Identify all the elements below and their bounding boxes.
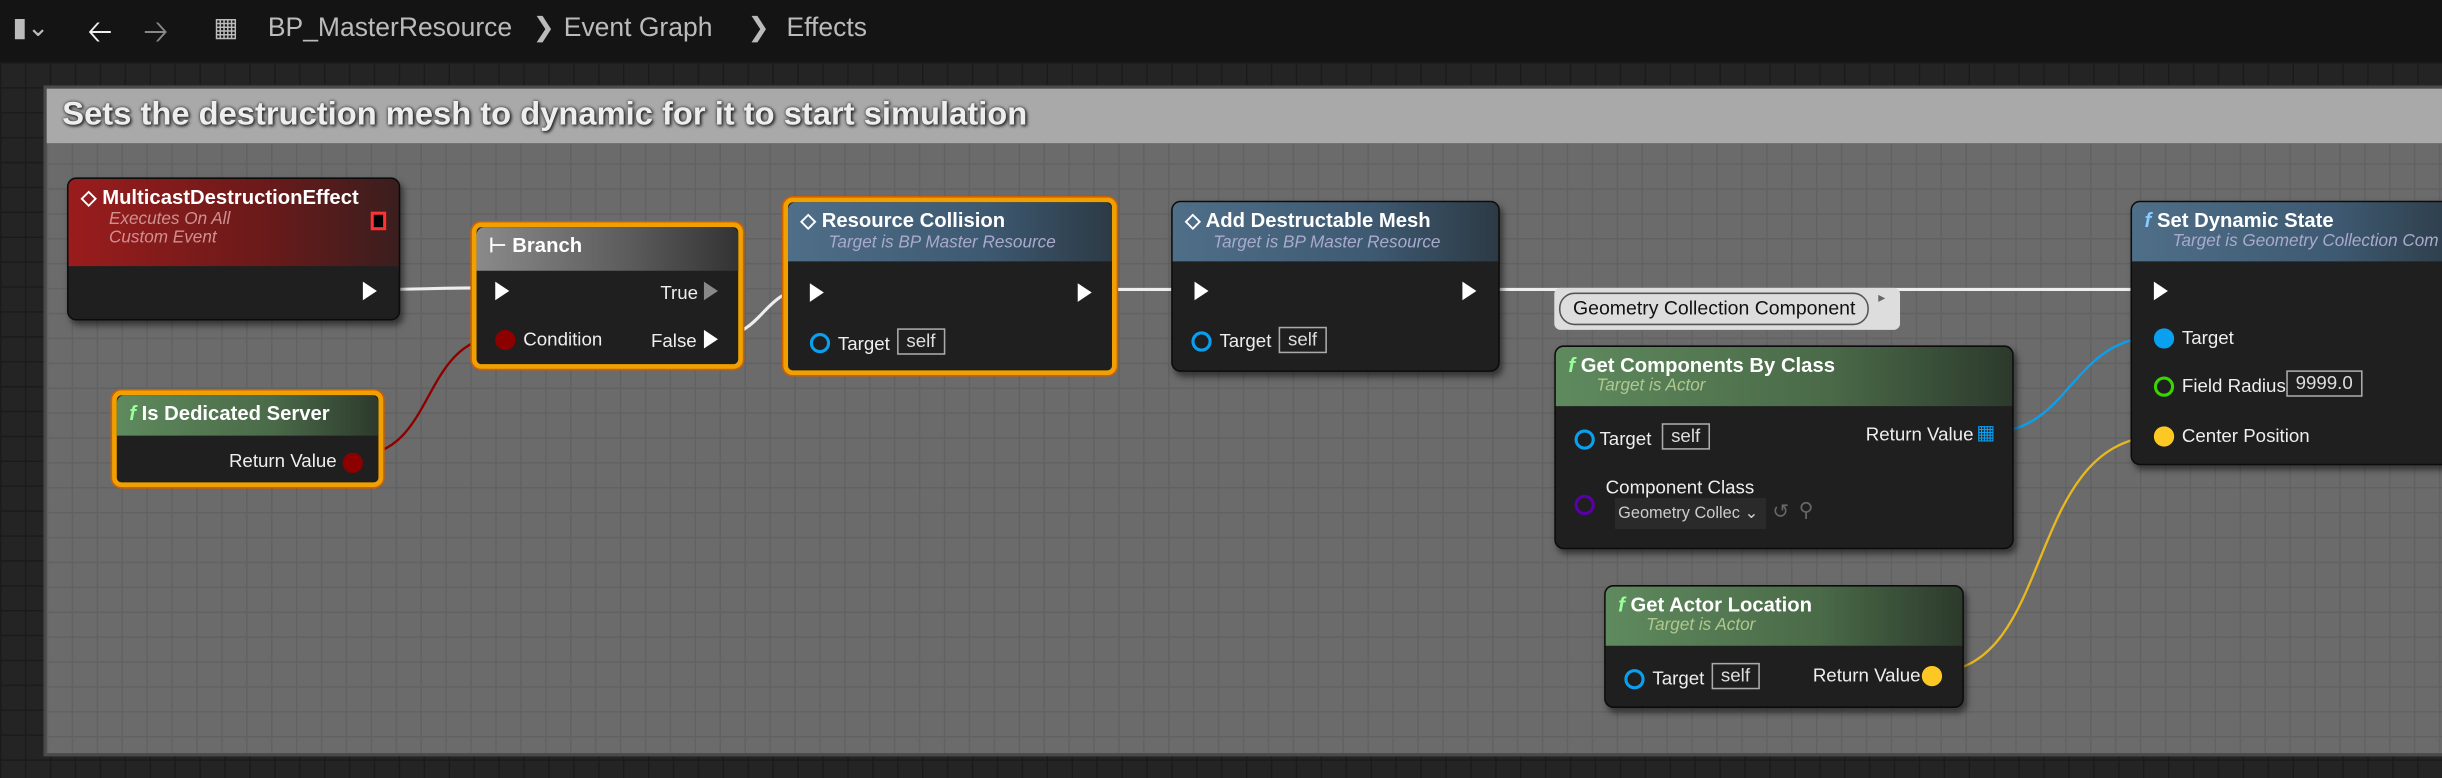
search-icon[interactable]: ⚲: [1799, 498, 1814, 523]
field-radius-input[interactable]: 9999.0: [2286, 370, 2363, 397]
wires: [358, 286, 2158, 674]
pin-label-return: Return Value: [228, 449, 337, 472]
function-icon: f: [2144, 208, 2152, 232]
node-title: Resource Collision: [821, 208, 1006, 232]
function-icon: f: [1618, 592, 1625, 617]
pin-label-false: False: [650, 329, 697, 352]
pin-label-target: Target: [2181, 326, 2234, 349]
target-pin[interactable]: [1574, 429, 1595, 450]
node-is-dedicated-server[interactable]: f Is Dedicated Server Return Value: [112, 390, 384, 488]
dropdown-value: Geometry Collec: [1618, 504, 1740, 523]
exec-true-pin[interactable]: [703, 281, 718, 301]
node-resource-collision[interactable]: ◇ Resource Collision Target is BP Master…: [783, 197, 1117, 375]
target-pin[interactable]: [1191, 331, 1212, 352]
center-position-pin[interactable]: [2153, 426, 2175, 447]
comment-bubble-text[interactable]: Geometry Collection Component: [1558, 292, 1870, 326]
pin-icon[interactable]: ▸: [1878, 289, 1885, 306]
pin-label-condition: Condition: [523, 328, 603, 351]
pin-label-field-radius: Field Radius: [2181, 374, 2286, 397]
pin-label-target: Target: [1219, 329, 1272, 352]
pin-label-target: Target: [1599, 427, 1652, 450]
node-title: Branch: [512, 233, 583, 257]
condition-pin[interactable]: [495, 329, 516, 351]
pin-label-target: Target: [837, 332, 890, 355]
event-icon: ◇: [80, 185, 97, 209]
function-icon: f: [129, 401, 137, 425]
branch-icon: ⊢: [489, 233, 507, 257]
exec-false-pin[interactable]: [703, 329, 718, 349]
node-get-actor-location[interactable]: f Get Actor Location Target is Actor Tar…: [1604, 585, 1964, 708]
node-get-components-by-class[interactable]: f Get Components By Class Target is Acto…: [1554, 345, 2014, 550]
node-title: MulticastDestructionEffect: [102, 185, 359, 209]
pin-label-return: Return Value: [1812, 664, 1921, 687]
node-subtitle: Custom Event: [109, 228, 217, 248]
event-icon: ◇: [800, 208, 817, 232]
use-selected-icon[interactable]: ↺: [1772, 499, 1789, 524]
pin-label-return: Return Value: [1865, 423, 1974, 446]
target-self-field[interactable]: self: [1661, 423, 1710, 450]
node-title: Get Actor Location: [1630, 592, 1813, 617]
target-self-field[interactable]: self: [897, 328, 945, 355]
node-set-dynamic-state[interactable]: f Set Dynamic State Target is Geometry C…: [2130, 200, 2442, 466]
exec-in-pin[interactable]: [1194, 281, 1209, 301]
node-subtitle: Target is BP Master Resource: [1213, 233, 1441, 253]
array-pin-icon[interactable]: ▦: [1976, 420, 1995, 445]
target-self-field[interactable]: self: [1711, 662, 1760, 690]
chevron-down-icon: ⌄: [1744, 504, 1759, 523]
comment-bubble[interactable]: Geometry Collection Component ▸: [1554, 287, 1901, 330]
component-class-dropdown[interactable]: Geometry Collec ⌄: [1615, 497, 1767, 530]
replication-icon: [370, 211, 387, 231]
return-value-pin[interactable]: [1921, 665, 1943, 687]
target-pin[interactable]: [2153, 328, 2175, 349]
exec-in-pin[interactable]: [495, 281, 510, 301]
pin-label-component-class: Component Class: [1605, 476, 1755, 498]
field-radius-pin[interactable]: [2153, 376, 2175, 397]
pin-label-true: True: [660, 281, 699, 304]
node-title: Get Components By Class: [1580, 353, 1835, 377]
exec-in-pin[interactable]: [809, 283, 824, 302]
target-pin[interactable]: [809, 332, 831, 354]
exec-out-pin[interactable]: [1077, 283, 1092, 302]
node-title: Set Dynamic State: [2156, 208, 2334, 232]
exec-in-pin[interactable]: [2153, 281, 2168, 301]
node-subtitle: Target is Geometry Collection Com: [2172, 231, 2439, 251]
event-icon: ◇: [1185, 208, 1201, 232]
node-subtitle: Executes On All: [109, 210, 231, 229]
target-pin[interactable]: [1624, 669, 1645, 690]
exec-out-pin[interactable]: [1462, 281, 1477, 301]
node-subtitle: Target is Actor: [1596, 376, 1706, 396]
node-add-destructable-mesh[interactable]: ◇ Add Destructable Mesh Target is BP Mas…: [1171, 200, 1500, 372]
node-title: Is Dedicated Server: [141, 401, 330, 425]
function-icon: f: [1568, 353, 1576, 377]
pin-label-target: Target: [1652, 667, 1705, 690]
return-value-pin[interactable]: [342, 452, 363, 474]
exec-out-pin[interactable]: [362, 281, 377, 301]
node-branch[interactable]: ⊢ Branch True Condition False: [471, 222, 743, 369]
node-multicast-destruction-effect[interactable]: ◇ MulticastDestructionEffect Executes On…: [66, 177, 401, 321]
target-self-field[interactable]: self: [1278, 326, 1327, 354]
node-subtitle: Target is Actor: [1646, 616, 1756, 635]
pin-label-center-position: Center Position: [2181, 424, 2310, 447]
node-title: Add Destructable Mesh: [1205, 208, 1431, 232]
node-subtitle: Target is BP Master Resource: [828, 233, 1056, 253]
component-class-pin[interactable]: [1574, 494, 1595, 516]
